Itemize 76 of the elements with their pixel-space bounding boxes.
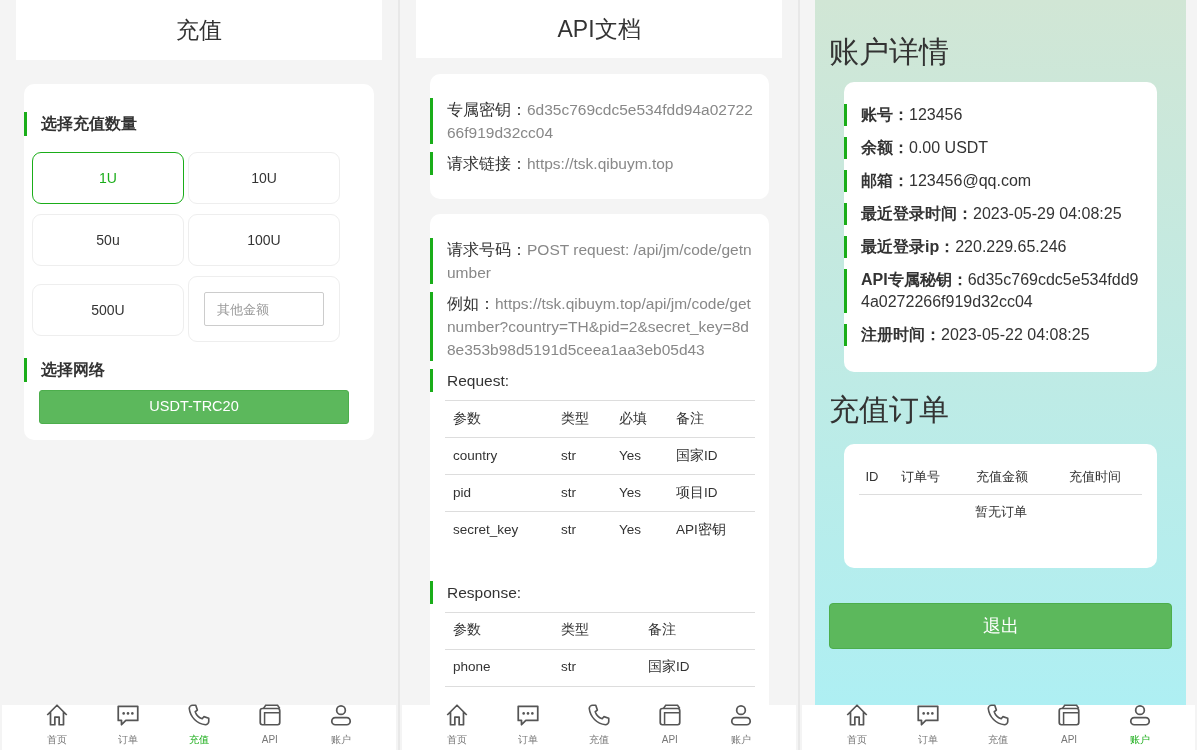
table-cell: Yes xyxy=(611,474,668,512)
table-cell: str xyxy=(553,649,640,686)
table-cell: phone xyxy=(445,649,553,686)
tab-item[interactable]: API xyxy=(249,702,290,747)
wallet-icon xyxy=(256,702,283,728)
amount-option[interactable]: 100U xyxy=(188,214,340,266)
section-title: 充值订单 xyxy=(829,392,950,428)
table-cell: secret_key xyxy=(445,511,553,549)
section-heading: Request: xyxy=(430,369,755,392)
tab-item[interactable]: 账户 xyxy=(720,702,761,747)
phone-icon xyxy=(985,702,1012,728)
phone-icon xyxy=(586,702,612,728)
column-header: ID xyxy=(859,460,885,494)
tab-item[interactable]: 账户 xyxy=(1119,702,1160,747)
amount-field[interactable]: 其他金额 xyxy=(204,292,324,326)
table-cell: country xyxy=(445,437,553,475)
amount-option[interactable]: 50u xyxy=(32,214,184,266)
column-header: 类型 xyxy=(553,400,611,438)
tab-item[interactable]: 账户 xyxy=(320,702,361,747)
page-title: API文档 xyxy=(416,0,782,58)
tab-item[interactable]: 充值 xyxy=(978,702,1019,747)
table-cell: 项目ID xyxy=(668,474,755,512)
table-cell: str xyxy=(553,511,611,549)
wallet-icon xyxy=(656,702,683,728)
column-header: 必填 xyxy=(611,400,668,438)
account-field: 最近登录时间：2023-05-29 04:08:25 xyxy=(844,203,1143,225)
tab-item[interactable]: 订单 xyxy=(907,702,948,747)
section-heading: 选择充值数量 xyxy=(24,112,374,136)
column-header: 充值金额 xyxy=(955,460,1049,494)
doc-line: 请求链接：https://tsk.qibuym.top xyxy=(430,152,755,175)
column-header: 订单号 xyxy=(884,460,956,494)
tab-item[interactable]: 充值 xyxy=(179,702,219,747)
account-field: 账号：123456 xyxy=(844,104,1143,126)
tab-item[interactable]: 充值 xyxy=(579,702,619,747)
phone-icon xyxy=(186,702,212,728)
tab-item[interactable]: API xyxy=(649,702,690,747)
table-cell: str xyxy=(553,437,611,475)
chat-icon xyxy=(515,702,542,728)
column-header: 备注 xyxy=(668,400,755,438)
column-header: 备注 xyxy=(640,612,755,649)
chat-icon xyxy=(115,702,142,728)
empty-message: 暂无订单 xyxy=(859,494,1142,528)
account-field: 注册时间：2023-05-22 04:08:25 xyxy=(844,324,1143,346)
column-header: 参数 xyxy=(445,400,553,438)
table-cell: Yes xyxy=(611,437,668,475)
chat-icon xyxy=(914,702,941,728)
account-field: 余额：0.00 USDT xyxy=(844,137,1143,159)
column-header: 类型 xyxy=(553,612,640,649)
table-cell: API密钥 xyxy=(668,511,755,549)
account-field: 最近登录ip：220.229.65.246 xyxy=(844,236,1143,258)
table-cell: 国家ID xyxy=(640,649,755,686)
table-cell: Yes xyxy=(611,511,668,549)
amount-option[interactable]: 500U xyxy=(32,284,184,336)
account-field: 邮箱：123456@qq.com xyxy=(844,170,1143,192)
doc-line: 专属密钥：6d35c769cdc5e534fdd94a0272266f919d32cc04 xyxy=(430,98,755,144)
wallet-icon xyxy=(1056,702,1083,728)
tab-item[interactable]: 订单 xyxy=(108,702,149,747)
tab-item[interactable]: 首页 xyxy=(437,702,478,747)
section-heading: Response: xyxy=(430,580,755,604)
page-title: 账户详情 xyxy=(829,34,950,70)
amount-option[interactable]: 1U xyxy=(32,152,184,204)
doc-line: 例如：https://tsk.qibuym.top/api/jm/code/getnumber?country=TH&pid=2&secret_key=8d8e353b98d5191d5ceea1aa3eb05d43 xyxy=(430,292,755,361)
column-header: 充值时间 xyxy=(1048,460,1142,494)
column-header: 参数 xyxy=(445,612,553,649)
page-title: 充值 xyxy=(16,0,382,60)
tab-item[interactable]: 订单 xyxy=(508,702,549,747)
section-heading: 选择网络 xyxy=(24,358,374,382)
tab-item[interactable]: API xyxy=(1049,702,1090,747)
table-cell: str xyxy=(553,474,611,512)
table-cell: 国家ID xyxy=(668,437,755,475)
table-cell: pid xyxy=(445,474,553,512)
doc-line: 请求号码：POST request: /api/jm/code/getnumber xyxy=(430,238,755,284)
tab-item[interactable]: 首页 xyxy=(37,702,78,747)
account-field: API专属秘钥：6d35c769cdc5e534fdd94a0272266f919d32cc04 xyxy=(844,269,1143,313)
tab-item[interactable]: 首页 xyxy=(837,702,878,747)
amount-option[interactable]: 10U xyxy=(188,152,340,204)
